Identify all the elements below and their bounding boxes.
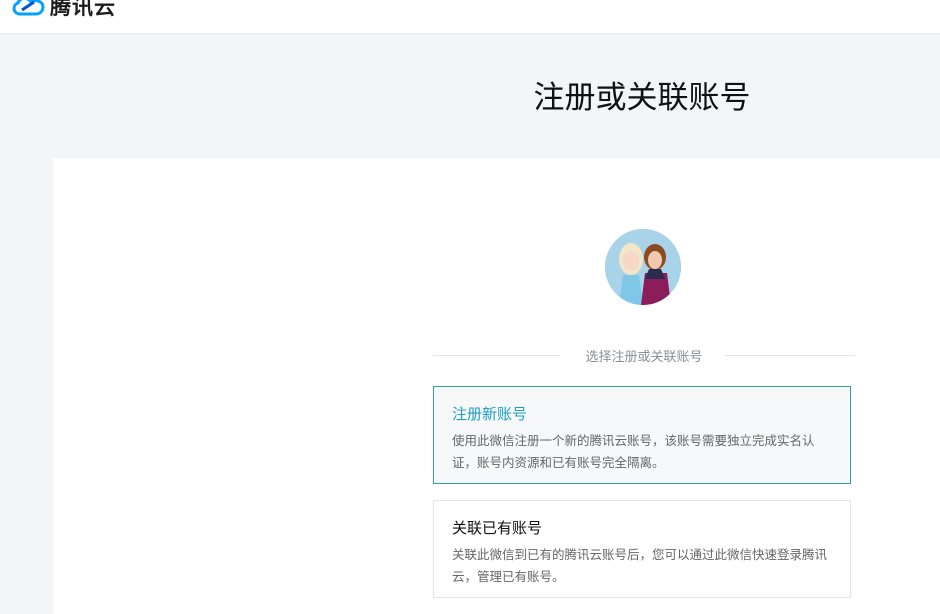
logo-text: 腾讯云 (50, 0, 116, 19)
divider-line-right (725, 355, 855, 356)
link-existing-account-option[interactable]: 关联已有账号 关联此微信到已有的腾讯云账号后，您可以通过此微信快速登录腾讯云，管… (433, 500, 851, 598)
section-divider: 选择注册或关联账号 (433, 346, 855, 366)
option-description: 关联此微信到已有的腾讯云账号后，您可以通过此微信快速登录腾讯云，管理已有账号。 (452, 547, 828, 584)
avatar (605, 229, 681, 305)
page-title: 注册或关联账号 (533, 80, 751, 116)
register-new-account-option[interactable]: 注册新账号 使用此微信注册一个新的腾讯云账号，该账号需要独立完成实名认证，账号内… (433, 386, 851, 484)
tencent-cloud-logo[interactable]: 腾讯云 (10, 0, 116, 19)
main-panel: 选择注册或关联账号 注册新账号 使用此微信注册一个新的腾讯云账号，该账号需要独立… (53, 158, 940, 614)
option-description: 使用此微信注册一个新的腾讯云账号，该账号需要独立完成实名认证，账号内资源和已有账… (452, 433, 815, 470)
cloud-logo-icon (12, 0, 45, 16)
option-title: 注册新账号 (452, 405, 528, 423)
top-bar: 腾讯云 (0, 0, 940, 34)
avatar-image (605, 229, 681, 305)
option-title: 关联已有账号 (452, 519, 543, 537)
